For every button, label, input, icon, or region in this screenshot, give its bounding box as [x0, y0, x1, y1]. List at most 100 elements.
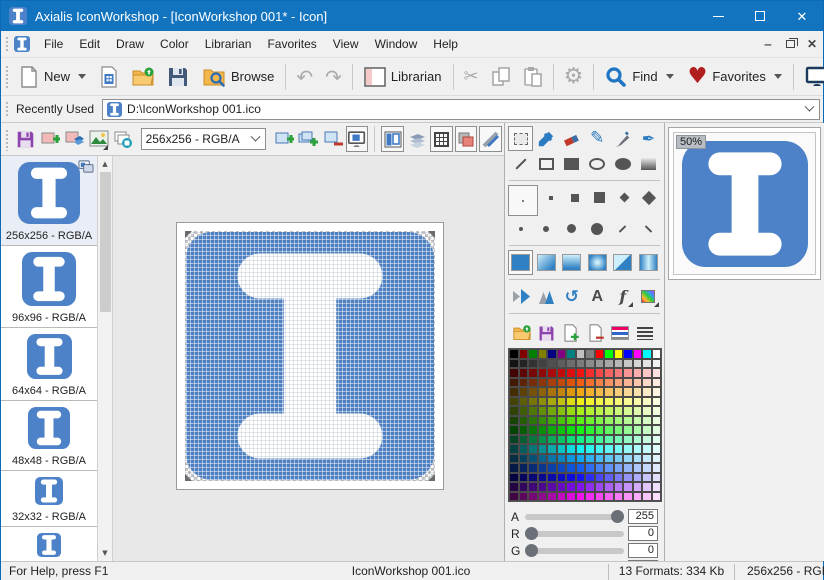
palette-swatch[interactable]	[614, 378, 624, 388]
palette-swatch[interactable]	[509, 349, 519, 359]
palette-swatch[interactable]	[614, 482, 624, 492]
palette-swatch[interactable]	[547, 378, 557, 388]
palette-swatch[interactable]	[585, 482, 595, 492]
palette-swatch[interactable]	[604, 435, 614, 445]
save-palette-button[interactable]	[536, 322, 558, 344]
palette-swatch[interactable]	[557, 454, 567, 464]
effects-button[interactable]: f	[610, 284, 635, 309]
brush-size-square-2[interactable]	[538, 185, 563, 210]
palette-swatch[interactable]	[623, 387, 633, 397]
palette-swatch[interactable]	[614, 463, 624, 473]
palette-swatch[interactable]	[557, 482, 567, 492]
save-button[interactable]	[161, 61, 195, 93]
palette-swatch[interactable]	[614, 492, 624, 502]
palette-swatch[interactable]	[538, 425, 548, 435]
green-slider[interactable]	[525, 548, 624, 554]
palette-swatch[interactable]	[576, 378, 586, 388]
palette-swatch[interactable]	[509, 359, 519, 369]
palette-swatch[interactable]	[528, 482, 538, 492]
palette-swatch[interactable]	[642, 473, 652, 483]
palette-swatch[interactable]	[566, 492, 576, 502]
palette-swatch[interactable]	[595, 425, 605, 435]
palette-swatch[interactable]	[547, 387, 557, 397]
palette-swatch[interactable]	[519, 368, 529, 378]
palette-swatch[interactable]	[509, 492, 519, 502]
palette-swatch[interactable]	[614, 425, 624, 435]
palette-swatch[interactable]	[519, 416, 529, 426]
brush-size-1px[interactable]	[508, 185, 538, 216]
palette-swatch[interactable]	[557, 349, 567, 359]
brush-slash[interactable]	[610, 216, 635, 241]
palette-swatch[interactable]	[604, 378, 614, 388]
palette-swatch[interactable]	[576, 416, 586, 426]
palette-swatch[interactable]	[538, 416, 548, 426]
palette-swatch[interactable]	[576, 463, 586, 473]
palette-swatch[interactable]	[547, 359, 557, 369]
palette-swatch[interactable]	[595, 397, 605, 407]
maximize-button[interactable]	[739, 1, 781, 31]
palette-swatch[interactable]	[509, 435, 519, 445]
menu-item-window[interactable]: Window	[367, 33, 426, 55]
palette-swatch[interactable]	[595, 435, 605, 445]
scroll-down-icon[interactable]: ▼	[102, 545, 107, 561]
palette-swatch[interactable]	[557, 444, 567, 454]
palette-swatch[interactable]	[538, 482, 548, 492]
palette-swatch[interactable]	[614, 473, 624, 483]
fill-pen-tool[interactable]: ✒	[636, 126, 661, 151]
palette-swatch[interactable]	[538, 406, 548, 416]
palette-swatch[interactable]	[566, 416, 576, 426]
screen-capture-button[interactable]	[798, 61, 824, 93]
palette-swatch[interactable]	[652, 359, 662, 369]
format-item-256x256 - RGB/A[interactable]: 256x256 - RGB/A	[1, 156, 97, 246]
palette-swatch[interactable]	[585, 397, 595, 407]
palette-swatch[interactable]	[566, 387, 576, 397]
palette-swatch[interactable]	[604, 359, 614, 369]
browse-button[interactable]: Browse	[195, 61, 281, 93]
paste-button[interactable]	[517, 61, 549, 93]
palette-swatch[interactable]	[652, 444, 662, 454]
gradient-rectangle-tool[interactable]	[636, 151, 661, 176]
brush-size-round-1[interactable]	[508, 216, 533, 241]
palette-swatch[interactable]	[652, 473, 662, 483]
palette-swatch[interactable]	[528, 368, 538, 378]
palette-swatch[interactable]	[614, 387, 624, 397]
palette-swatch[interactable]	[538, 463, 548, 473]
palette-swatch[interactable]	[528, 406, 538, 416]
favorites-button[interactable]: ♥ Favorites	[681, 61, 789, 93]
palette-swatch[interactable]	[547, 492, 557, 502]
brush-size-diamond-small[interactable]	[612, 185, 637, 210]
palette-swatch[interactable]	[642, 349, 652, 359]
palette-swatch[interactable]	[595, 387, 605, 397]
import-image-button[interactable]	[88, 126, 111, 152]
palette-swatch[interactable]	[614, 349, 624, 359]
brush-backslash[interactable]	[636, 216, 661, 241]
palette-swatch[interactable]	[509, 454, 519, 464]
palette-swatch[interactable]	[557, 416, 567, 426]
palette-swatch[interactable]	[633, 406, 643, 416]
palette-swatch[interactable]	[528, 454, 538, 464]
palette-swatch[interactable]	[528, 359, 538, 369]
palette-swatch[interactable]	[566, 435, 576, 445]
palette-swatch[interactable]	[633, 368, 643, 378]
slider-thumb[interactable]	[525, 544, 538, 557]
palette-swatch[interactable]	[566, 463, 576, 473]
brush-size-round-3[interactable]	[559, 216, 584, 241]
palette-swatch[interactable]	[566, 444, 576, 454]
palette-swatch[interactable]	[547, 463, 557, 473]
palette-swatch[interactable]	[623, 463, 633, 473]
palette-swatch[interactable]	[614, 359, 624, 369]
palette-swatch[interactable]	[652, 349, 662, 359]
palette-swatch[interactable]	[595, 454, 605, 464]
palette-swatch[interactable]	[604, 416, 614, 426]
palette-swatch[interactable]	[623, 416, 633, 426]
palette-swatch[interactable]	[623, 378, 633, 388]
new-palette-button[interactable]	[560, 322, 582, 344]
delete-palette-button[interactable]	[585, 322, 607, 344]
palette-swatch[interactable]	[519, 492, 529, 502]
palette-swatch[interactable]	[633, 397, 643, 407]
palette-swatch[interactable]	[547, 368, 557, 378]
palette-swatch[interactable]	[547, 425, 557, 435]
dropdown-arrow-icon[interactable]	[666, 74, 674, 79]
palette-swatch[interactable]	[519, 425, 529, 435]
palette-swatch[interactable]	[642, 435, 652, 445]
